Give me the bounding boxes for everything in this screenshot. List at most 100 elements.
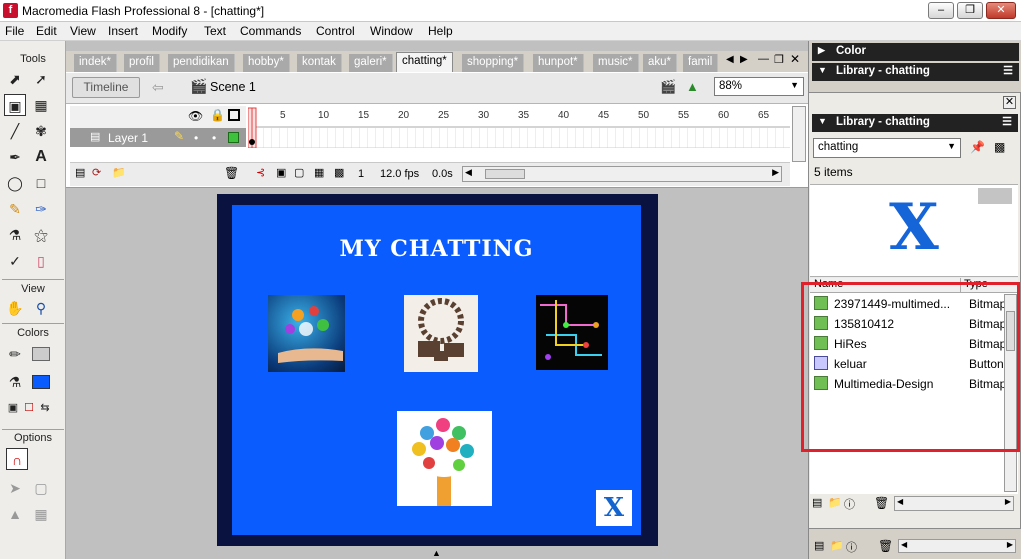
- eye-icon[interactable]: 👁: [188, 109, 203, 123]
- new-symbol-icon[interactable]: ▤: [814, 539, 824, 552]
- text-tool-icon[interactable]: A: [30, 146, 52, 168]
- swap-colors-icon[interactable]: ⇆: [34, 397, 56, 419]
- modify-markers-icon[interactable]: ▩: [334, 166, 344, 179]
- scroll-right-icon[interactable]: ▶: [1005, 497, 1011, 506]
- layer-row[interactable]: ▤ Layer 1 ✎ • •: [70, 128, 246, 147]
- tab-profil[interactable]: profil: [124, 54, 160, 72]
- tab-kontak[interactable]: kontak: [297, 54, 342, 72]
- minimize-button[interactable]: –: [928, 2, 954, 19]
- add-motion-guide-icon[interactable]: ⟳: [92, 166, 101, 179]
- timeline-hscroll[interactable]: ◀ ▶: [462, 166, 782, 182]
- delete-item-icon[interactable]: 🗑: [874, 496, 889, 510]
- ink-bottle-tool-icon[interactable]: ⚗: [4, 224, 26, 246]
- menu-file[interactable]: File: [5, 24, 24, 38]
- new-folder-icon[interactable]: 📁: [830, 539, 844, 552]
- scroll-left-icon[interactable]: ◀: [901, 540, 907, 549]
- image-multimedia-hand[interactable]: [268, 295, 345, 372]
- docked-library-hscroll[interactable]: ◀ ▶: [898, 539, 1016, 553]
- menu-help[interactable]: Help: [428, 24, 453, 38]
- free-transform-tool-icon[interactable]: ▣: [4, 94, 26, 116]
- scroll-right-icon[interactable]: ▶: [1007, 540, 1013, 549]
- properties-icon[interactable]: ⓘ: [844, 496, 855, 512]
- menu-edit[interactable]: Edit: [36, 24, 57, 38]
- tab-indek[interactable]: indek*: [74, 54, 117, 72]
- tab-chatting[interactable]: chatting*: [396, 52, 453, 72]
- rectangle-tool-icon[interactable]: □: [30, 172, 52, 194]
- stroke-color-swatch[interactable]: [32, 347, 50, 361]
- menu-window[interactable]: Window: [370, 24, 413, 38]
- fill-color-icon[interactable]: ⚗: [4, 371, 26, 393]
- center-frame-icon[interactable]: ⊰: [256, 166, 265, 179]
- layer-name[interactable]: Layer 1: [108, 131, 148, 145]
- line-tool-icon[interactable]: ╱: [4, 120, 26, 142]
- zoom-tool-icon[interactable]: ⚲: [30, 297, 52, 319]
- edit-multiple-frames-icon[interactable]: ▦: [314, 166, 324, 179]
- delete-layer-icon[interactable]: 🗑: [224, 166, 239, 180]
- menu-view[interactable]: View: [70, 24, 96, 38]
- tab-music[interactable]: music*: [593, 54, 639, 72]
- panel-menu-icon[interactable]: ☰: [1002, 115, 1012, 128]
- properties-icon[interactable]: ⓘ: [846, 539, 857, 555]
- eraser-tool-icon[interactable]: ▯: [30, 250, 52, 272]
- onion-skin-icon[interactable]: ▣: [276, 166, 286, 179]
- eyedropper-tool-icon[interactable]: ✓: [4, 250, 26, 272]
- panel-close-icon[interactable]: ✕: [1003, 96, 1016, 109]
- fill-color-swatch[interactable]: [32, 375, 50, 389]
- outline-icon[interactable]: [228, 109, 240, 121]
- edit-symbols-icon[interactable]: ▲: [686, 79, 699, 94]
- pencil-tool-icon[interactable]: ✎: [4, 198, 26, 220]
- timeline-vscroll[interactable]: [792, 106, 806, 162]
- new-symbol-icon[interactable]: ▤: [812, 496, 822, 509]
- image-multimedia-design-tree[interactable]: [397, 411, 492, 506]
- tab-famil[interactable]: famil: [683, 54, 719, 72]
- lock-icon[interactable]: 🔒: [210, 108, 225, 122]
- tab-hobby[interactable]: hobby*: [243, 54, 290, 72]
- insert-layer-icon[interactable]: ▤: [75, 166, 85, 179]
- restore-button[interactable]: ❐: [957, 2, 983, 19]
- scroll-left-icon[interactable]: ◀: [465, 167, 472, 178]
- image-circuit-network[interactable]: [536, 295, 608, 370]
- lock-dot[interactable]: •: [212, 131, 216, 145]
- panel-menu-icon[interactable]: ☰: [1003, 64, 1013, 77]
- menu-control[interactable]: Control: [316, 24, 355, 38]
- scroll-thumb[interactable]: [485, 169, 525, 179]
- delete-item-icon[interactable]: 🗑: [878, 539, 893, 553]
- oval-tool-icon[interactable]: ◯: [4, 172, 26, 194]
- image-devices-tree[interactable]: [404, 295, 478, 372]
- arrow-tool-icon[interactable]: ⬈: [4, 68, 26, 90]
- pin-library-icon[interactable]: 📌: [970, 140, 985, 154]
- tab-pendidikan[interactable]: pendidikan: [168, 54, 235, 72]
- menu-modify[interactable]: Modify: [152, 24, 187, 38]
- library-document-select[interactable]: chatting ▼: [813, 138, 961, 158]
- menu-insert[interactable]: Insert: [108, 24, 138, 38]
- tab-aku[interactable]: aku*: [643, 54, 678, 72]
- tab-galeri[interactable]: galeri*: [349, 54, 393, 72]
- lasso-tool-icon[interactable]: ✾: [30, 120, 52, 142]
- paint-bucket-tool-icon[interactable]: ⚝: [30, 224, 52, 246]
- pen-tool-icon[interactable]: ✒: [4, 146, 26, 168]
- scroll-right-icon[interactable]: ▶: [772, 167, 779, 178]
- menu-commands[interactable]: Commands: [240, 24, 301, 38]
- outline-color-box[interactable]: [228, 132, 239, 143]
- fill-transform-tool-icon[interactable]: ▦: [30, 94, 52, 116]
- brush-tool-icon[interactable]: ✑: [30, 198, 52, 220]
- exit-button[interactable]: X: [596, 490, 632, 526]
- menu-text[interactable]: Text: [204, 24, 226, 38]
- tab-hunpot[interactable]: hunpot*: [533, 54, 584, 72]
- stage-scroll-up-icon[interactable]: ▲: [432, 548, 441, 558]
- insert-folder-icon[interactable]: 📁: [112, 166, 126, 179]
- new-library-panel-icon[interactable]: ▩: [994, 140, 1005, 154]
- color-panel-header[interactable]: ▶ Color: [812, 43, 1019, 61]
- library-panel-header[interactable]: ▼ Library - chatting ☰: [812, 114, 1018, 132]
- timeline-button[interactable]: Timeline: [72, 77, 140, 98]
- zoom-select[interactable]: 88% ▼: [714, 77, 804, 96]
- library-collapsed-header[interactable]: ▼ Library - chatting ☰: [812, 63, 1019, 81]
- edit-scene-icon[interactable]: 🎬: [660, 79, 676, 95]
- tab-shopping[interactable]: shopping*: [462, 54, 525, 72]
- subselect-tool-icon[interactable]: ➚: [30, 68, 52, 90]
- tab-restore-icon[interactable]: ❐: [774, 53, 784, 66]
- library-hscroll[interactable]: ◀ ▶: [894, 496, 1014, 511]
- tab-scroll-right-icon[interactable]: ▶: [740, 54, 748, 65]
- new-folder-icon[interactable]: 📁: [828, 496, 842, 509]
- snap-magnet-icon[interactable]: ∩: [6, 448, 28, 470]
